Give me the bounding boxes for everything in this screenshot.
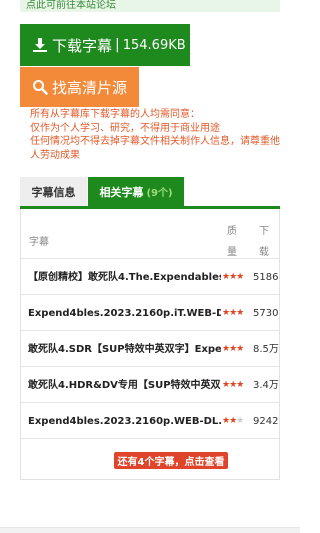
star-filled-icon: ★ xyxy=(236,308,244,318)
subtitle-name-link[interactable]: 敢死队4.SDR【SUP特效中英双字】Expend4bles xyxy=(28,332,221,367)
quality-stars: ★★★ xyxy=(222,332,252,367)
table-row[interactable]: 敢死队4.HDR&DV专用【SUP特效中英双字】 ★★★ 3.4万 xyxy=(21,368,279,403)
star-filled-icon: ★ xyxy=(236,380,244,390)
subtitle-tabs: 字幕信息 相关字幕 (9个) xyxy=(20,177,280,209)
table-row[interactable]: Expend4bles.2023.2160p.iT.WEB-DL.DDP5.1 … xyxy=(21,296,279,331)
table-row[interactable]: 敢死队4.SDR【SUP特效中英双字】Expend4bles ★★★ 8.5万 xyxy=(21,332,279,367)
download-size: 154.69KB xyxy=(122,37,186,53)
notice-line: 仅作为个人学习、研究，不得用于商业用途 xyxy=(30,122,220,134)
table-row[interactable]: Expend4bles.2023.2160p.WEB-DL.DDP5.1.Atm… xyxy=(21,404,279,439)
star-empty-icon: ★ xyxy=(236,416,244,426)
header-downloads: 下载 xyxy=(259,226,269,258)
download-icon xyxy=(33,38,47,52)
subtitle-name-link[interactable]: Expend4bles.2023.2160p.iT.WEB-DL.DDP5.1 xyxy=(28,296,221,331)
tab-subtitle-info-label: 字幕信息 xyxy=(31,185,76,199)
quality-stars: ★★★ xyxy=(222,296,252,331)
download-subtitle-button[interactable]: 下载字幕 | 154.69KB xyxy=(20,24,190,66)
top-notice-strip[interactable]: 点此可前往本站论坛 xyxy=(20,0,280,12)
download-label: 下载字幕 xyxy=(52,36,113,55)
table-header: 字幕 质量 下载 xyxy=(21,209,279,259)
notice-line: 任何情况均不得去掉字幕文件相关制作人信息，请尊重他人劳动成果 xyxy=(30,136,280,161)
quality-stars: ★★★ xyxy=(222,260,252,295)
quality-stars: ★★★ xyxy=(222,368,252,403)
quality-stars: ★★★ xyxy=(222,404,252,439)
download-count: 5186 xyxy=(253,272,279,283)
subtitle-name-link[interactable]: Expend4bles.2023.2160p.WEB-DL.DDP5.1.Atm… xyxy=(28,404,221,439)
star-filled-icon: ★ xyxy=(236,272,244,282)
download-count: 3.4万 xyxy=(253,380,279,391)
download-count: 5730 xyxy=(253,308,279,319)
download-count: 8.5万 xyxy=(253,344,279,355)
find-hd-source-button[interactable]: 找高清片源 xyxy=(20,67,139,107)
subtitle-name-link[interactable]: 【原创精校】敢死队4.The.Expendables.4.2023 xyxy=(28,260,221,295)
table-row[interactable]: 【原创精校】敢死队4.The.Expendables.4.2023 ★★★ 51… xyxy=(21,260,279,295)
subtitle-name-link[interactable]: 敢死队4.HDR&DV专用【SUP特效中英双字】 xyxy=(28,368,221,403)
page-bottom-divider xyxy=(0,527,300,533)
star-filled-icon: ★ xyxy=(236,344,244,354)
tab-related-subtitles[interactable]: 相关字幕 (9个) xyxy=(88,177,184,206)
download-terms-notice: 所有从字幕库下载字幕的人均需同意： 仅作为个人学习、研究，不得用于商业用途 任何… xyxy=(30,108,285,162)
header-quality: 质量 xyxy=(227,226,237,258)
find-hd-source-label: 找高清片源 xyxy=(52,78,128,97)
tab-subtitle-info[interactable]: 字幕信息 xyxy=(20,177,87,206)
tab-related-label: 相关字幕 xyxy=(99,185,144,199)
top-notice-text[interactable]: 点此可前往本站论坛 xyxy=(26,0,116,11)
download-count: 9242 xyxy=(253,416,279,427)
related-subtitles-panel: 字幕 质量 下载 【原创精校】敢死队4.The.Expendables.4.20… xyxy=(20,209,280,480)
notice-line: 所有从字幕库下载字幕的人均需同意： xyxy=(30,109,200,120)
search-icon xyxy=(33,80,48,95)
download-separator: | xyxy=(115,37,120,53)
show-more-subtitles-button[interactable]: 还有4个字幕，点击查看 xyxy=(114,452,228,469)
header-subtitle: 字幕 xyxy=(29,237,49,248)
tab-related-count: (9个) xyxy=(146,188,173,199)
